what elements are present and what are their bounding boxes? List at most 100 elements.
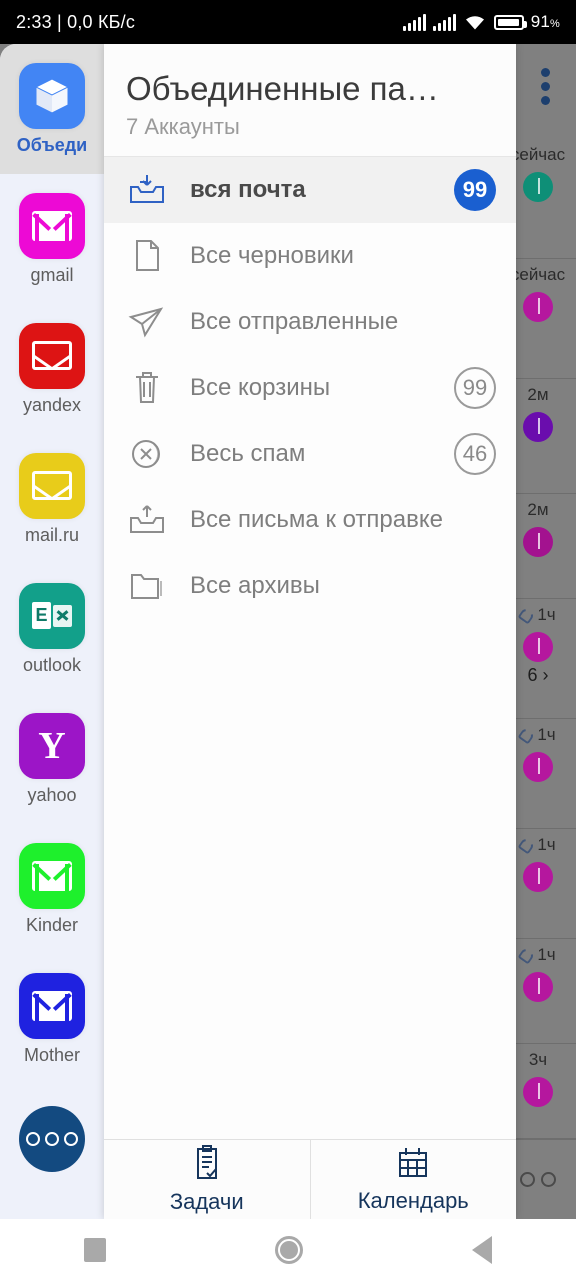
avatar xyxy=(523,972,553,1002)
folder-item-6[interactable]: Все архивы xyxy=(104,553,516,619)
rail-item-yandex[interactable]: yandex xyxy=(0,304,104,434)
row-meta: 2м xyxy=(527,385,548,405)
rail-item-label: gmail xyxy=(30,264,74,285)
rail-icon-outlook: E xyxy=(19,582,85,649)
battery-percent: 91% xyxy=(530,12,560,31)
avatar xyxy=(523,292,553,322)
rail-item-outlook[interactable]: E outlook xyxy=(0,564,104,694)
cube-icon xyxy=(30,74,74,118)
tasks-clipboard-icon xyxy=(190,1144,224,1187)
avatar xyxy=(523,1077,553,1107)
row-timestamp: сейчас xyxy=(510,265,566,284)
more-accounts-icon[interactable] xyxy=(19,1106,85,1172)
rail-item-mother[interactable]: Mother xyxy=(0,954,104,1084)
thread-count: 6 › xyxy=(527,665,549,685)
rail-item-mailru[interactable]: mail.ru xyxy=(0,434,104,564)
row-timestamp: 1ч xyxy=(537,605,556,624)
folder-label: Все архивы xyxy=(190,572,320,599)
row-meta: 1ч xyxy=(517,725,556,745)
row-timestamp: 2м xyxy=(527,385,549,404)
rail-item-unified[interactable]: Объеди xyxy=(0,44,104,174)
status-bar: 2:33 | 0,0 КБ/с 91% xyxy=(0,0,576,44)
avatar xyxy=(523,752,553,782)
avatar xyxy=(523,172,553,202)
sent-icon xyxy=(126,304,168,340)
rail-item-kinder[interactable]: Kinder xyxy=(0,824,104,954)
drawer-header: Объединенные па… 7 Аккаунты xyxy=(104,44,516,157)
attachment-icon xyxy=(517,835,536,855)
gmail-m-icon xyxy=(32,990,72,1021)
folder-item-3[interactable]: Все корзины 99 xyxy=(104,355,516,421)
bottom-bar-item-0[interactable]: Задачи xyxy=(104,1140,310,1219)
rail-icon-mother xyxy=(19,972,85,1039)
folder-label: Все корзины xyxy=(190,374,331,401)
status-bar-left: 2:33 | 0,0 КБ/с xyxy=(16,12,403,33)
gmail-m-icon xyxy=(32,210,72,241)
calendar-icon xyxy=(395,1145,431,1186)
wifi-icon xyxy=(465,16,484,30)
status-time: 2:33 xyxy=(16,11,52,32)
rail-item-yahoo[interactable]: Y yahoo xyxy=(0,694,104,824)
folder-label: Все письма к отправке xyxy=(190,506,443,533)
folder-item-1[interactable]: Все черновики xyxy=(104,223,516,289)
row-meta: 1ч xyxy=(517,835,556,855)
folder-label: Весь спам xyxy=(190,440,306,467)
folder-label: Все отправленные xyxy=(190,308,399,335)
rail-icon-unified xyxy=(19,62,85,129)
bottom-bar-label: Календарь xyxy=(357,1188,469,1213)
phone-screen: 2:33 | 0,0 КБ/с 91% сейчас сейчас 2м 2м … xyxy=(0,0,576,1280)
row-meta: 3ч xyxy=(529,1050,547,1070)
attachment-icon xyxy=(517,945,536,965)
rail-icon-yandex xyxy=(19,322,85,389)
avatar xyxy=(523,527,553,557)
signal-icon xyxy=(432,13,456,31)
back-triangle-icon[interactable] xyxy=(471,1235,492,1264)
status-network-speed: 0,0 КБ/с xyxy=(67,11,136,32)
rail-item-gmail[interactable]: gmail xyxy=(0,174,104,304)
accounts-rail[interactable]: Объеди gmail yandex mail.ru E outlook Y ya… xyxy=(0,44,104,1219)
folder-item-5[interactable]: Все письма к отправке xyxy=(104,487,516,553)
avatar xyxy=(523,632,553,662)
recents-square-icon[interactable] xyxy=(84,1237,107,1262)
row-timestamp: 1ч xyxy=(537,835,556,854)
row-timestamp: 2м xyxy=(527,500,549,519)
drawer-bottom-bar: Задачи Календарь xyxy=(104,1139,516,1219)
rail-item-label: Kinder xyxy=(25,914,79,935)
gmail-m-icon xyxy=(32,860,72,891)
row-meta: 1ч xyxy=(517,945,556,965)
folder-list: вся почта 99 Все черновики Все отправлен… xyxy=(104,157,516,1139)
row-meta: сейчас xyxy=(511,265,565,285)
bottom-bar-item-1[interactable]: Календарь xyxy=(309,1140,517,1219)
folder-label: вся почта xyxy=(190,176,306,203)
rail-item-label: yandex xyxy=(22,394,82,415)
folder-badge: 46 xyxy=(454,433,496,475)
home-circle-icon[interactable] xyxy=(274,1235,303,1264)
spam-icon xyxy=(126,436,168,472)
rail-icon-yahoo: Y xyxy=(19,712,85,779)
rail-item-label: Mother xyxy=(23,1044,81,1065)
rail-more-slot xyxy=(0,1084,104,1194)
rail-icon-gmail xyxy=(19,192,85,259)
folder-item-2[interactable]: Все отправленные xyxy=(104,289,516,355)
folder-badge: 99 xyxy=(454,367,496,409)
kebab-menu-icon[interactable] xyxy=(541,68,550,105)
folder-badge: 99 xyxy=(454,169,496,211)
folder-item-0[interactable]: вся почта 99 xyxy=(104,157,516,223)
avatar xyxy=(523,862,553,892)
folders-drawer: Объединенные па… 7 Аккаунты вся почта 99… xyxy=(104,44,516,1219)
envelope-icon xyxy=(32,341,72,370)
row-meta: 1ч xyxy=(517,605,556,625)
attachment-icon xyxy=(517,605,536,625)
folder-item-4[interactable]: Весь спам 46 xyxy=(104,421,516,487)
rail-icon-kinder xyxy=(19,842,85,909)
signal-icon xyxy=(402,13,426,31)
folder-label: Все черновики xyxy=(190,242,354,269)
outbox-icon xyxy=(126,502,168,538)
android-nav-bar[interactable] xyxy=(0,1219,576,1280)
status-separator: | xyxy=(57,11,62,32)
row-meta: сейчас xyxy=(511,145,565,165)
row-timestamp: 1ч xyxy=(537,725,556,744)
rail-item-label: outlook xyxy=(22,654,82,675)
rail-icon-mailru xyxy=(19,452,85,519)
rail-item-label: yahoo xyxy=(27,784,77,805)
